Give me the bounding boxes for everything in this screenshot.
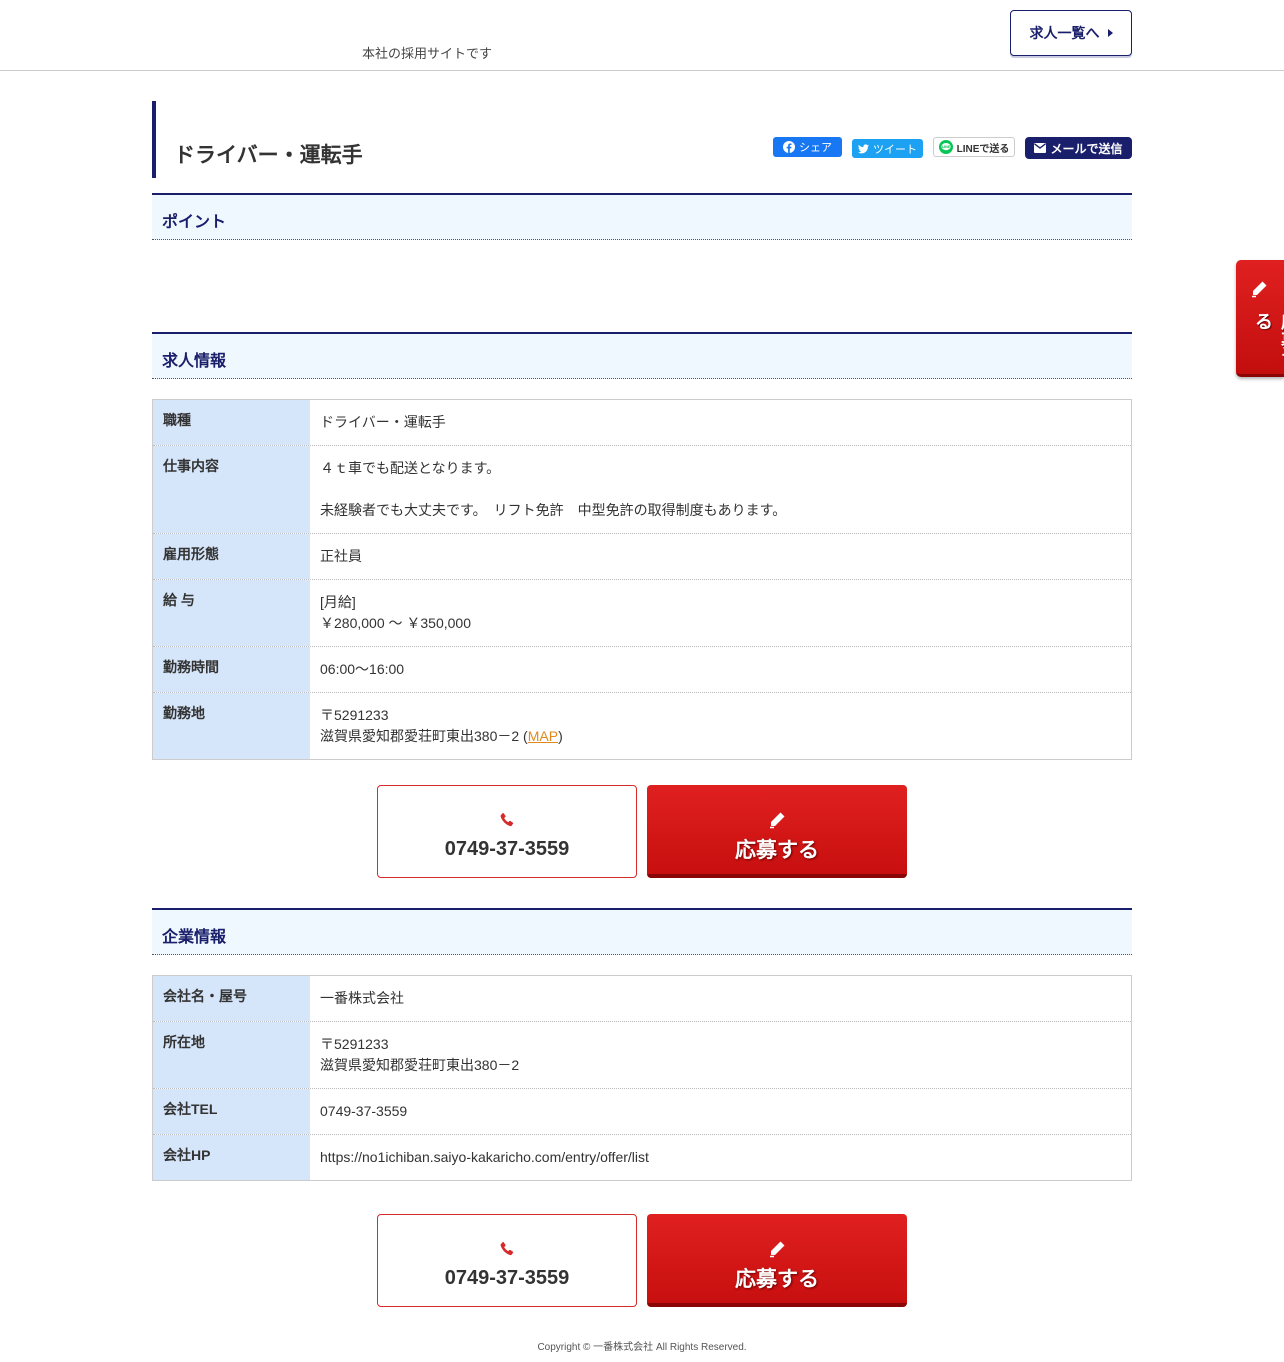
apply-button-bottom[interactable]: 応募する xyxy=(647,1214,907,1307)
row-label-hours: 勤務時間 xyxy=(153,647,310,692)
section-header-point: ポイント xyxy=(152,193,1132,240)
line-icon: LINE xyxy=(938,140,953,154)
work-line-2: 未経験者でも大丈夫です。 リフト免許 中型免許の取得制度もあります。 xyxy=(320,502,787,518)
phone-call-button[interactable]: 0749-37-3559 xyxy=(377,785,637,878)
table-row: 会社TEL 0749-37-3559 xyxy=(153,1089,1131,1135)
section-title-job-info: 求人情報 xyxy=(162,353,227,370)
map-paren-close: ) xyxy=(558,728,563,744)
row-label-location: 勤務地 xyxy=(153,693,310,759)
row-value-company-tel: 0749-37-3559 xyxy=(310,1089,1131,1134)
facebook-share-label: シェア xyxy=(799,142,832,154)
page-title: ドライバー・運転手 xyxy=(174,144,363,167)
phone-number: 0749-37-3559 xyxy=(444,1267,570,1289)
table-row: 雇用形態 正社員 xyxy=(153,534,1131,580)
row-value-hours: 06:00～16:00 xyxy=(310,647,1131,692)
location-address: 滋賀県愛知郡愛荘町東出380－2 xyxy=(320,728,520,744)
row-label-company-name: 会社名・屋号 xyxy=(153,976,310,1021)
phone-number: 0749-37-3559 xyxy=(444,838,570,860)
row-label-employment: 雇用形態 xyxy=(153,534,310,579)
work-line-1: ４ｔ車でも配送となります。 xyxy=(320,460,501,476)
map-paren-open: ( xyxy=(519,728,528,744)
pencil-icon xyxy=(1252,281,1267,298)
row-value-employment: 正社員 xyxy=(310,534,1131,579)
apply-button-label: 応募する xyxy=(735,839,819,862)
site-tagline: 本社の採用サイトです xyxy=(362,46,493,61)
row-value-company-name: 一番株式会社 xyxy=(310,976,1131,1021)
row-label-work: 仕事内容 xyxy=(153,446,310,533)
mail-share-label: メールで送信 xyxy=(1050,141,1123,156)
row-label-address: 所在地 xyxy=(153,1022,310,1088)
caret-right-icon xyxy=(1107,29,1113,37)
phone-icon xyxy=(500,1242,514,1256)
row-value-work: ４ｔ車でも配送となります。 未経験者でも大丈夫です。 リフト免許 中型免許の取得… xyxy=(310,446,1131,533)
row-value-location: 〒5291233 滋賀県愛知郡愛荘町東出380－2 (MAP) xyxy=(310,693,1131,759)
pencil-icon xyxy=(770,1241,785,1258)
table-row: 給 与 [月給] ￥280,000 ～ ￥350,000 xyxy=(153,580,1131,647)
table-row: 会社HP https://no1ichiban.saiyo-kakaricho.… xyxy=(153,1135,1131,1180)
row-value-salary: [月給] ￥280,000 ～ ￥350,000 xyxy=(310,580,1131,646)
envelope-icon xyxy=(1034,143,1047,153)
mail-share-button[interactable]: メールで送信 xyxy=(1025,137,1132,159)
phone-icon xyxy=(500,813,514,827)
row-value-address: 〒5291233 滋賀県愛知郡愛荘町東出380－2 xyxy=(310,1022,1131,1088)
twitter-bird-icon xyxy=(858,143,869,153)
job-info-table: 職種 ドライバー・運転手 仕事内容 ４ｔ車でも配送となります。 未経験者でも大丈… xyxy=(152,399,1132,760)
section-header-job-info: 求人情報 xyxy=(152,332,1132,379)
phone-call-button-bottom[interactable]: 0749-37-3559 xyxy=(377,1214,637,1307)
company-address: 滋賀県愛知郡愛荘町東出380－2 xyxy=(320,1057,520,1073)
table-row: 職種 ドライバー・運転手 xyxy=(153,400,1131,446)
salary-type: [月給] xyxy=(320,594,356,610)
location-zip: 〒5291233 xyxy=(320,707,389,723)
pencil-icon xyxy=(770,812,785,829)
apply-button[interactable]: 応募する xyxy=(647,785,907,878)
map-link[interactable]: MAP xyxy=(528,728,558,744)
apply-button-label: 応募する xyxy=(735,1268,819,1291)
section-title-company-info: 企業情報 xyxy=(162,929,227,946)
line-share-label: LINEで送る xyxy=(956,143,1010,155)
svg-text:LINE: LINE xyxy=(942,145,950,149)
side-apply-tab[interactable]: 応募する xyxy=(1236,260,1284,377)
line-share-button[interactable]: LINE LINEで送る xyxy=(933,137,1015,157)
job-list-button-label: 求人一覧へ xyxy=(1029,25,1100,41)
row-label-salary: 給 与 xyxy=(153,580,310,646)
company-info-table: 会社名・屋号 一番株式会社 所在地 〒5291233 滋賀県愛知郡愛荘町東出38… xyxy=(152,975,1132,1181)
company-zip: 〒5291233 xyxy=(320,1036,389,1052)
row-label-company-hp: 会社HP xyxy=(153,1135,310,1180)
section-title-point: ポイント xyxy=(162,214,227,231)
location-address-line: 滋賀県愛知郡愛荘町東出380－2 (MAP) xyxy=(320,726,1121,747)
copyright: Copyright © 一番株式会社 All Rights Reserved. xyxy=(537,1342,747,1353)
table-row: 仕事内容 ４ｔ車でも配送となります。 未経験者でも大丈夫です。 リフト免許 中型… xyxy=(153,446,1131,534)
table-row: 所在地 〒5291233 滋賀県愛知郡愛荘町東出380－2 xyxy=(153,1022,1131,1089)
table-row: 会社名・屋号 一番株式会社 xyxy=(153,976,1131,1022)
table-row: 勤務地 〒5291233 滋賀県愛知郡愛荘町東出380－2 (MAP) xyxy=(153,693,1131,759)
twitter-share-button[interactable]: ツイート xyxy=(852,139,923,158)
row-label-company-tel: 会社TEL xyxy=(153,1089,310,1134)
row-value-job-type: ドライバー・運転手 xyxy=(310,400,1131,445)
site-header: 本社の採用サイトです 求人一覧へ xyxy=(0,0,1284,71)
salary-range: ￥280,000 ～ ￥350,000 xyxy=(320,615,471,631)
facebook-share-button[interactable]: シェア xyxy=(773,137,842,157)
side-apply-label: 応募する xyxy=(1253,312,1284,369)
facebook-icon xyxy=(783,141,795,153)
section-header-company-info: 企業情報 xyxy=(152,908,1132,955)
row-label-job-type: 職種 xyxy=(153,400,310,445)
job-list-button[interactable]: 求人一覧へ xyxy=(1010,10,1132,56)
table-row: 勤務時間 06:00～16:00 xyxy=(153,647,1131,693)
twitter-share-label: ツイート xyxy=(873,143,917,156)
row-value-company-hp: https://no1ichiban.saiyo-kakaricho.com/e… xyxy=(310,1135,1131,1180)
